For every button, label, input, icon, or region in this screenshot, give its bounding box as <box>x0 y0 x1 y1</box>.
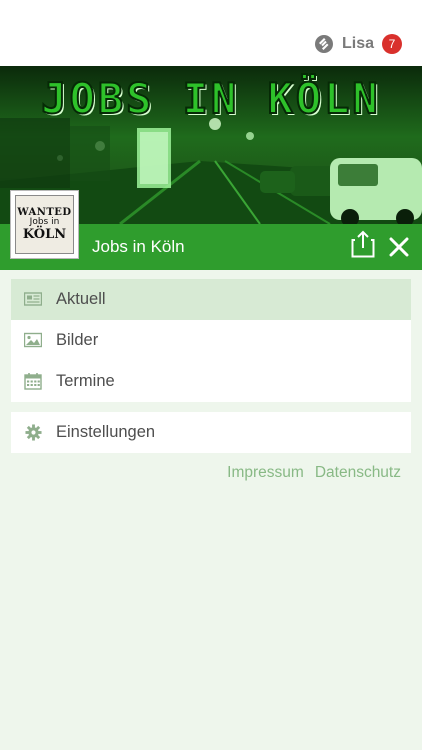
menu-item-bilder[interactable]: Bilder <box>11 320 411 361</box>
footer-links: Impressum Datenschutz <box>227 464 401 482</box>
user-menu[interactable]: Lisa 7 <box>314 32 402 56</box>
calendar-icon <box>24 373 42 390</box>
logo-poster: WANTED Jobs in KÖLN <box>15 195 74 254</box>
banner-title: JOBS IN KÖLN <box>40 73 381 124</box>
share-icon <box>351 230 375 258</box>
menu-label-aktuell: Aktuell <box>56 290 106 308</box>
image-icon <box>24 332 42 348</box>
share-button[interactable] <box>351 230 375 258</box>
impressum-link[interactable]: Impressum <box>227 464 304 482</box>
user-name: Lisa <box>341 35 374 52</box>
menu-label-einstellungen: Einstellungen <box>56 423 156 441</box>
top-bar: Lisa 7 <box>0 0 422 66</box>
datenschutz-link[interactable]: Datenschutz <box>315 464 401 482</box>
notification-badge[interactable]: 7 <box>382 34 402 54</box>
navigation-menu: Aktuell Bilder Termine <box>11 279 411 402</box>
menu-item-aktuell[interactable]: Aktuell <box>11 279 411 320</box>
app-logo: WANTED Jobs in KÖLN <box>10 190 79 259</box>
app-title: Jobs in Köln <box>92 237 185 256</box>
logo-text-koeln: KÖLN <box>22 226 67 242</box>
news-icon <box>24 292 42 306</box>
menu-label-termine: Termine <box>56 372 115 390</box>
close-icon <box>389 237 409 257</box>
gear-icon <box>25 424 42 441</box>
user-icon <box>314 34 334 54</box>
menu-label-bilder: Bilder <box>56 331 99 349</box>
menu-item-termine[interactable]: Termine <box>11 361 411 402</box>
menu-item-einstellungen[interactable]: Einstellungen <box>11 412 411 453</box>
close-button[interactable] <box>387 235 411 259</box>
settings-menu: Einstellungen <box>11 412 411 453</box>
